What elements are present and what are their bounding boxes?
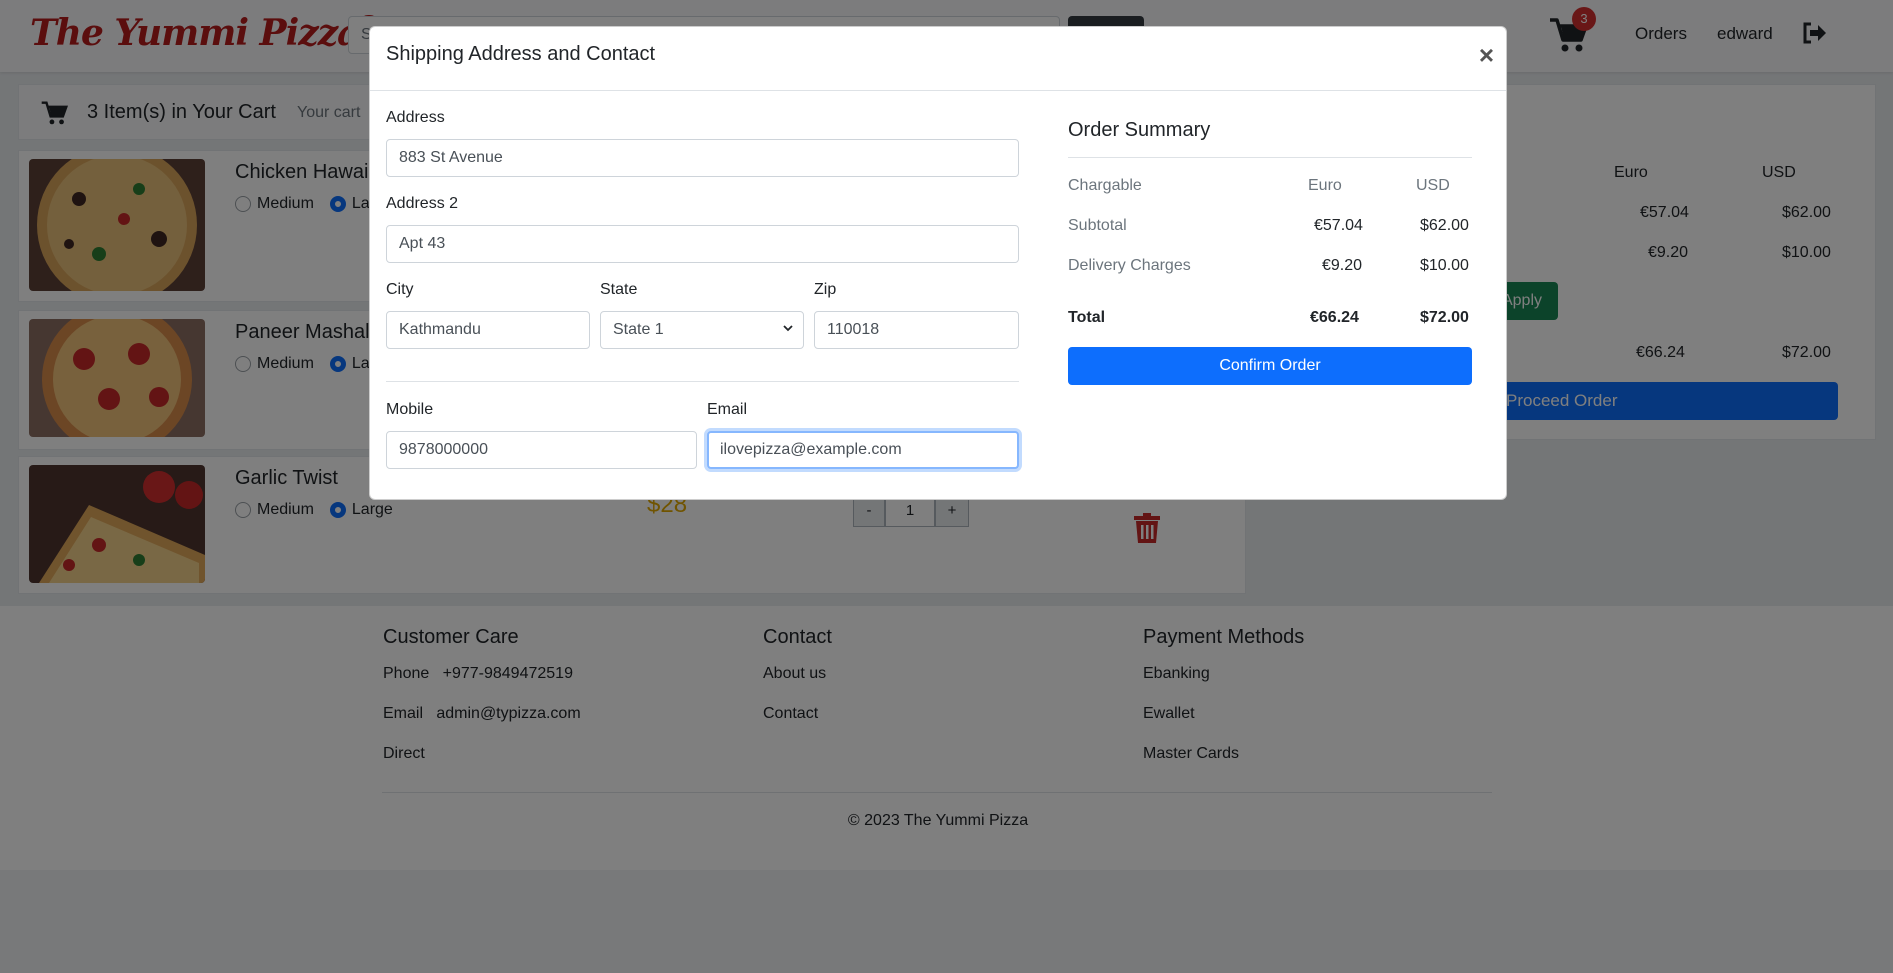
confirm-order-button[interactable]: Confirm Order: [1068, 347, 1472, 385]
close-icon[interactable]: ×: [1479, 42, 1494, 68]
header-euro: Euro: [1308, 177, 1342, 194]
modal-header: Shipping Address and Contact ×: [370, 27, 1506, 91]
total-euro: €66.24: [1310, 309, 1359, 326]
chevron-down-icon: [783, 325, 793, 332]
shipping-modal: Shipping Address and Contact × Address 8…: [369, 26, 1507, 500]
mobile-field[interactable]: 9878000000: [386, 431, 697, 469]
state-label: State: [600, 281, 638, 298]
state-selected-value: State 1: [613, 321, 664, 338]
header-chargable: Chargable: [1068, 177, 1142, 194]
modal-title: Shipping Address and Contact: [386, 43, 656, 65]
address-field[interactable]: 883 St Avenue: [386, 139, 1019, 177]
order-summary-divider: [1068, 157, 1472, 158]
email-label: Email: [707, 401, 748, 418]
state-select[interactable]: State 1: [600, 311, 804, 349]
subtotal-label: Subtotal: [1068, 217, 1127, 234]
total-usd: $72.00: [1420, 309, 1469, 326]
address2-field[interactable]: Apt 43: [386, 225, 1019, 263]
address-label: Address: [386, 109, 445, 126]
city-label: City: [386, 281, 414, 298]
total-label: Total: [1068, 309, 1106, 326]
header-usd: USD: [1416, 177, 1450, 194]
email-field[interactable]: ilovepizza@example.com: [707, 431, 1019, 469]
mobile-label: Mobile: [386, 401, 434, 418]
subtotal-usd: $62.00: [1420, 217, 1469, 234]
subtotal-euro: €57.04: [1314, 217, 1363, 234]
delivery-label: Delivery Charges: [1068, 257, 1191, 274]
city-field[interactable]: Kathmandu: [386, 311, 590, 349]
order-summary-title: Order Summary: [1068, 119, 1211, 141]
delivery-usd: $10.00: [1420, 257, 1469, 274]
delivery-euro: €9.20: [1322, 257, 1363, 274]
zip-label: Zip: [814, 281, 837, 298]
address2-label: Address 2: [386, 195, 459, 212]
zip-field[interactable]: 110018: [814, 311, 1019, 349]
form-divider: [386, 381, 1019, 382]
